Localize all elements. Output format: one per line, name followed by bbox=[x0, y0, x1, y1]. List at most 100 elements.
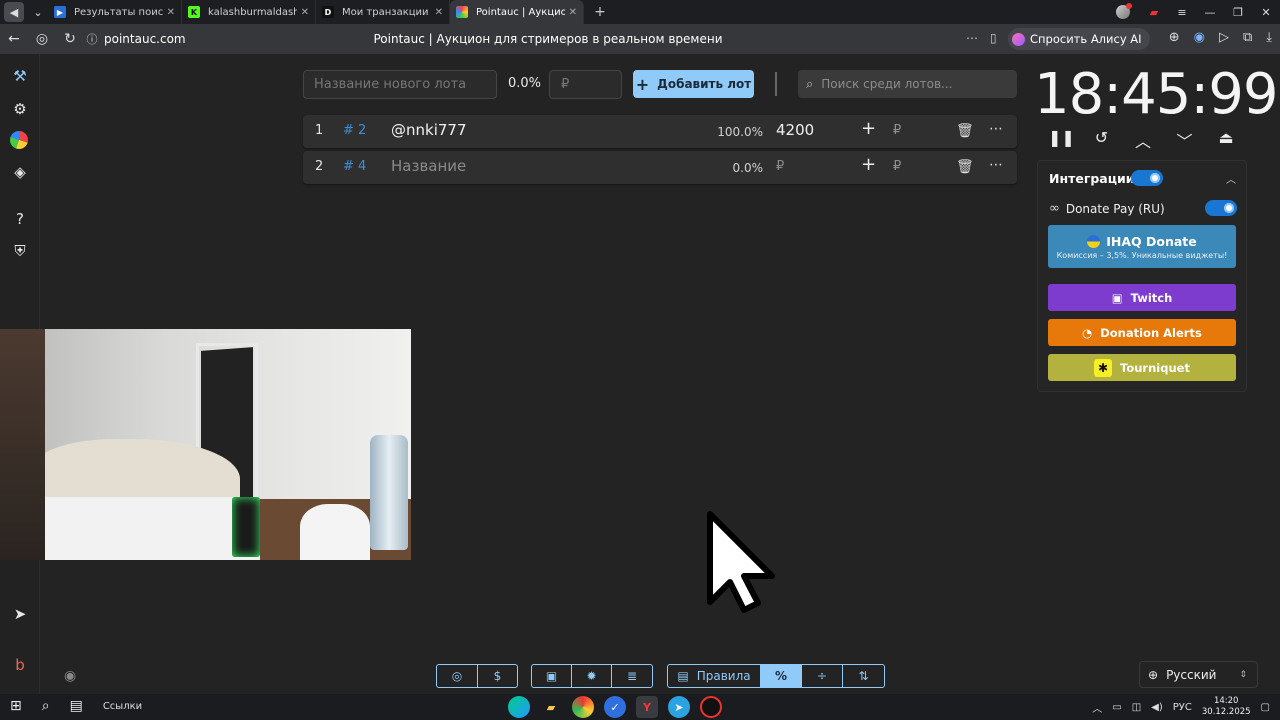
compact-view-icon[interactable]: ÷ bbox=[802, 665, 843, 687]
minimize-icon[interactable]: — bbox=[1196, 6, 1224, 19]
close-tab-icon[interactable]: ✕ bbox=[435, 7, 443, 18]
delete-icon[interactable]: 🗑 bbox=[956, 159, 974, 175]
lot-name[interactable]: @nnki777 bbox=[391, 121, 467, 139]
donate-pay-toggle[interactable] bbox=[1205, 200, 1237, 216]
close-tab-icon[interactable]: ✕ bbox=[167, 7, 175, 18]
help-icon[interactable]: ? bbox=[10, 209, 30, 229]
bug-icon[interactable]: ✹ bbox=[572, 665, 612, 687]
tourniquet-label: Tourniquet bbox=[1120, 360, 1190, 375]
translate-icon[interactable]: ⊕ bbox=[1169, 30, 1180, 45]
tray-chevron-icon[interactable]: ︿ bbox=[1092, 700, 1102, 715]
lot-id[interactable]: # 2 bbox=[343, 123, 366, 138]
clock[interactable]: 14:20 30.12.2025 bbox=[1202, 696, 1251, 718]
close-tab-icon[interactable]: ✕ bbox=[569, 7, 577, 18]
save-icon[interactable]: ▣ bbox=[532, 665, 572, 687]
close-window-icon[interactable]: ✕ bbox=[1252, 6, 1280, 19]
language-select[interactable]: ⊕ Русский ⇕ bbox=[1139, 661, 1258, 688]
url-field[interactable]: pointauc.com bbox=[104, 32, 186, 46]
settings-gear-icon[interactable]: ⚙ bbox=[10, 99, 30, 119]
new-tab-button[interactable]: + bbox=[590, 2, 610, 22]
tasks-icon[interactable]: ✓ bbox=[604, 696, 626, 718]
tab-search-results[interactable]: ▶ Результаты поиска ✕ bbox=[48, 0, 182, 24]
lot-amount[interactable]: 4200 bbox=[776, 121, 814, 139]
auction-hammer-icon[interactable]: ⚒ bbox=[10, 66, 30, 86]
wheel-icon[interactable] bbox=[10, 131, 28, 149]
edge-icon[interactable] bbox=[508, 696, 530, 718]
reset-icon[interactable]: ↺ bbox=[1090, 128, 1114, 152]
lot-currency-input[interactable]: ₽ bbox=[893, 159, 901, 174]
new-lot-name-input[interactable]: Название нового лота bbox=[303, 70, 497, 99]
integrations-toggle[interactable] bbox=[1131, 170, 1163, 186]
extension-icon[interactable]: ◉ bbox=[1194, 30, 1205, 45]
close-tab-icon[interactable]: ✕ bbox=[301, 7, 309, 18]
lot-percent: 0.0% bbox=[732, 161, 764, 175]
tab-donate-transactions[interactable]: D Мои транзакции | Donate ✕ bbox=[316, 0, 450, 24]
plus-icon: + bbox=[635, 74, 650, 94]
volume-icon[interactable]: ◀) bbox=[1151, 702, 1163, 713]
sort-icon[interactable]: ⇅ bbox=[843, 665, 884, 687]
menu-icon[interactable]: ≡ bbox=[1168, 6, 1196, 19]
add-amount-icon[interactable]: + bbox=[861, 154, 876, 175]
tabs-menu-icon[interactable]: ⌄ bbox=[28, 2, 48, 22]
more-icon[interactable]: ⋯ bbox=[989, 157, 1003, 173]
media-icon[interactable]: ▷ bbox=[1219, 30, 1229, 45]
collections-icon[interactable]: ⧉ bbox=[1243, 30, 1252, 45]
tray-app-icon[interactable]: ▭ bbox=[1112, 702, 1121, 713]
chevron-down-icon[interactable]: ﹀ bbox=[1173, 128, 1197, 152]
telegram-icon[interactable]: ➤ bbox=[10, 604, 30, 624]
add-amount-icon[interactable]: + bbox=[861, 118, 876, 139]
tab-pointauc[interactable]: Pointauc | Аукцион для ✕ bbox=[450, 0, 584, 24]
yandex-protect-icon[interactable]: ◎ bbox=[28, 31, 56, 47]
back-icon[interactable]: ← bbox=[0, 31, 28, 47]
tab-kick-stream[interactable]: K kalashburmaldash228 Stre ✕ bbox=[182, 0, 316, 24]
collapse-chevron-icon[interactable]: ︿ bbox=[1226, 171, 1236, 186]
notifications-icon[interactable]: ▢ bbox=[1261, 702, 1270, 713]
yandex-browser-icon[interactable]: Y bbox=[636, 696, 658, 718]
delete-icon[interactable]: 🗑 bbox=[956, 123, 974, 139]
telegram-taskbar-icon[interactable]: ➤ bbox=[668, 696, 690, 718]
sound-icon[interactable]: ◀ bbox=[4, 2, 24, 22]
tourniquet-button[interactable]: ✱ Tourniquet bbox=[1048, 354, 1236, 381]
shield-icon[interactable]: ⛨ bbox=[10, 241, 30, 261]
lot-search-input[interactable]: ⌕ Поиск среди лотов... bbox=[798, 70, 1017, 98]
clear-list-icon[interactable]: ≣ bbox=[612, 665, 652, 687]
input-language[interactable]: РУС bbox=[1173, 702, 1192, 713]
percent-toggle[interactable]: % bbox=[761, 665, 802, 687]
twitch-button[interactable]: ▣ Twitch bbox=[1048, 284, 1236, 311]
site-info-icon[interactable]: ⓘ bbox=[84, 31, 100, 47]
lot-amount[interactable]: ₽ bbox=[776, 159, 784, 174]
file-explorer-icon[interactable]: ▰ bbox=[540, 696, 562, 718]
lot-currency-input[interactable]: ₽ bbox=[893, 123, 901, 138]
task-view-icon[interactable]: ▤ bbox=[70, 698, 83, 714]
lot-id[interactable]: # 4 bbox=[343, 159, 366, 174]
downloads-icon[interactable]: ⤓ bbox=[1266, 30, 1272, 45]
reload-icon[interactable]: ↻ bbox=[56, 31, 84, 47]
more-icon[interactable]: ⋯ bbox=[989, 121, 1003, 137]
max-time-icon[interactable]: ⏏ bbox=[1214, 128, 1238, 152]
search-icon[interactable]: ⌕ bbox=[42, 698, 50, 714]
more-icon[interactable]: ⋯ bbox=[966, 31, 978, 45]
profile-icon[interactable] bbox=[1116, 3, 1132, 19]
maximize-icon[interactable]: ❐ bbox=[1224, 6, 1252, 19]
layers-icon[interactable]: ◈ bbox=[10, 162, 30, 182]
chrome-icon[interactable] bbox=[572, 696, 594, 718]
obs-icon[interactable] bbox=[700, 696, 722, 718]
rules-button[interactable]: ▤ Правила bbox=[668, 665, 761, 687]
bookmark-icon[interactable]: ▯ bbox=[990, 31, 997, 45]
network-icon[interactable]: ◫ bbox=[1132, 702, 1141, 713]
pause-icon[interactable]: ❚❚ bbox=[1048, 128, 1075, 152]
eye-icon[interactable]: ◉ bbox=[64, 668, 76, 684]
chevron-up-icon[interactable]: ︿ bbox=[1131, 128, 1155, 152]
donate-dollar-icon[interactable]: $ bbox=[478, 665, 517, 687]
ask-alice-button[interactable]: Спросить Алису AI bbox=[1008, 28, 1150, 50]
lot-name[interactable]: Название bbox=[391, 157, 466, 175]
donation-alerts-button[interactable]: ◔ Donation Alerts bbox=[1048, 319, 1236, 346]
ihaq-donate-button[interactable]: IHAQ Donate Комиссия – 3,5%. Уникальные … bbox=[1048, 225, 1236, 268]
github-icon[interactable]: ◎ bbox=[437, 665, 478, 687]
start-icon[interactable]: ⊞ bbox=[10, 698, 22, 714]
bookmark-flag-icon[interactable]: ▰ bbox=[1140, 6, 1168, 19]
links-toolbar[interactable]: Ссылки bbox=[103, 701, 142, 712]
add-lot-button[interactable]: + Добавить лот bbox=[633, 70, 754, 98]
new-lot-amount-input[interactable]: ₽ bbox=[549, 70, 622, 99]
boosty-icon[interactable]: b bbox=[10, 655, 30, 675]
